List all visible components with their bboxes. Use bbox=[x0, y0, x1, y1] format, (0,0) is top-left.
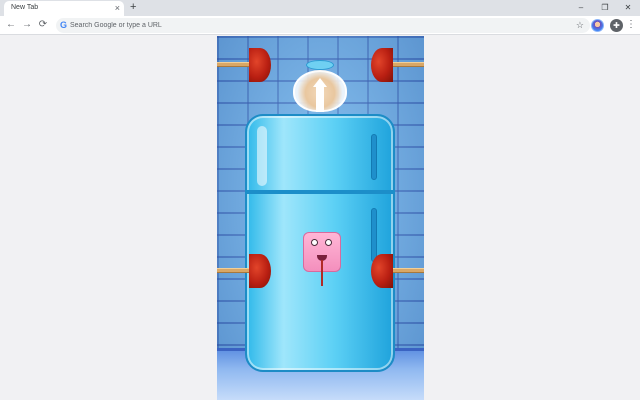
close-icon[interactable]: × bbox=[115, 2, 120, 14]
plunger-bottom-left[interactable] bbox=[249, 254, 271, 288]
plunger-bottom-right[interactable] bbox=[371, 254, 393, 288]
rope[interactable] bbox=[321, 260, 323, 286]
extensions-puzzle-icon[interactable]: ✚ bbox=[610, 19, 623, 32]
minimize-button[interactable]: – bbox=[570, 0, 592, 15]
browser-toolbar: ← → ⟳ G ☆ ✚ ⋮ bbox=[0, 16, 640, 35]
restore-button[interactable]: ❐ bbox=[594, 0, 616, 15]
menu-dots-icon[interactable]: ⋮ bbox=[626, 18, 636, 32]
plunger-stick-top-right bbox=[391, 62, 424, 67]
tab-strip: New Tab × + – ❐ ✕ bbox=[0, 0, 640, 16]
omnibox[interactable]: G ☆ bbox=[56, 18, 590, 33]
window-close-button[interactable]: ✕ bbox=[617, 0, 639, 15]
fridge-handle-bottom bbox=[371, 208, 377, 262]
plunger-stick-bottom-right bbox=[391, 268, 424, 273]
plunger-stick-top-left bbox=[217, 62, 251, 67]
fridge-door-split bbox=[245, 190, 395, 194]
plunger-top-left[interactable] bbox=[249, 48, 271, 82]
google-icon: G bbox=[60, 20, 68, 30]
monster-right-eye bbox=[325, 239, 332, 246]
reload-button[interactable]: ⟳ bbox=[36, 18, 50, 32]
fridge-glare bbox=[257, 126, 267, 186]
forward-button[interactable]: → bbox=[20, 18, 34, 32]
bookmark-star-icon[interactable]: ☆ bbox=[576, 18, 584, 33]
page-viewport bbox=[0, 36, 640, 400]
new-tab-button[interactable]: + bbox=[130, 1, 136, 14]
game-canvas[interactable] bbox=[217, 36, 424, 400]
address-input[interactable] bbox=[70, 19, 550, 32]
plunger-stick-bottom-left bbox=[217, 268, 251, 273]
tab-title: New Tab bbox=[11, 4, 39, 11]
fridge-handle-top bbox=[371, 134, 377, 180]
plunger-top-right[interactable] bbox=[371, 48, 393, 82]
tab-new-tab[interactable]: New Tab × bbox=[4, 1, 124, 16]
up-arrow-shaft bbox=[316, 86, 324, 112]
monster-left-eye bbox=[311, 239, 318, 246]
back-button[interactable]: ← bbox=[4, 18, 18, 32]
profile-avatar[interactable] bbox=[591, 19, 604, 32]
jar-lid bbox=[306, 60, 334, 70]
